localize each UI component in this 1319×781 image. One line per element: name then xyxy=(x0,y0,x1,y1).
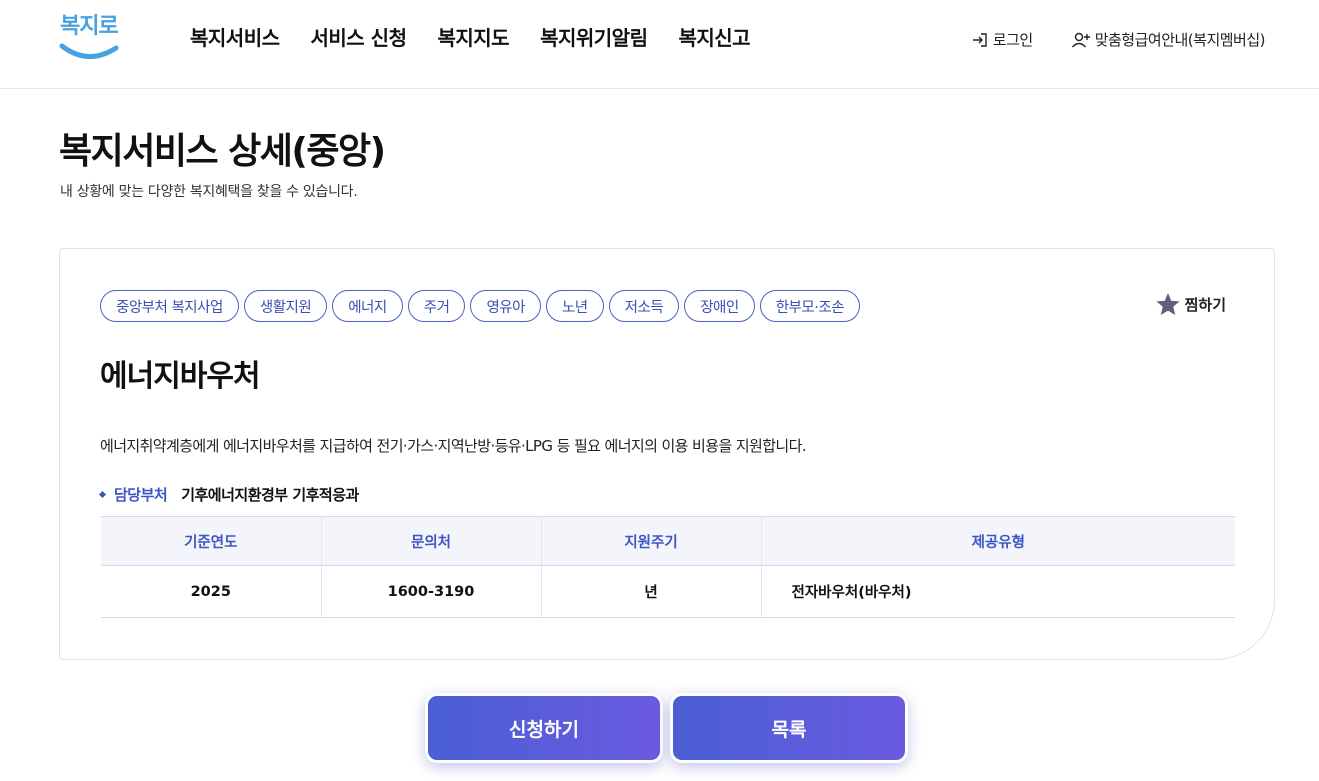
login-label: 로그인 xyxy=(992,31,1033,49)
cell-provision-type: 전자바우처(바우처) xyxy=(761,565,1235,618)
apply-button[interactable]: 신청하기 xyxy=(425,693,663,763)
tag-infants[interactable]: 영유아 xyxy=(470,290,541,322)
bookmark-label: 찜하기 xyxy=(1184,295,1226,314)
header-contact: 문의처 xyxy=(321,516,542,566)
tag-living-support[interactable]: 생활지원 xyxy=(243,290,328,322)
tag-disabled[interactable]: 장애인 xyxy=(684,290,755,322)
site-logo[interactable]: 복지로 xyxy=(58,6,122,62)
login-icon xyxy=(972,32,987,47)
header-base-year: 기준연도 xyxy=(101,516,322,566)
service-detail-card: 중앙부처 복지사업 생활지원 에너지 주거 영유아 노년 저소득 장애인 한부모… xyxy=(59,248,1275,660)
department-value: 기후에너지환경부 기후적응과 xyxy=(181,486,359,504)
list-button[interactable]: 목록 xyxy=(670,693,908,763)
tag-elderly[interactable]: 노년 xyxy=(545,290,604,322)
diamond-bullet-icon xyxy=(98,490,107,499)
logo-smile-icon xyxy=(59,43,119,59)
tag-single-parent[interactable]: 한부모·조손 xyxy=(759,290,861,322)
cell-support-cycle: 년 xyxy=(541,565,762,618)
main-nav: 복지서비스 서비스 신청 복지지도 복지위기알림 복지신고 xyxy=(190,22,781,51)
tag-central-ministry[interactable]: 중앙부처 복지사업 xyxy=(100,290,239,322)
bookmark-button[interactable]: 찜하기 xyxy=(1155,292,1226,316)
page-title: 복지서비스 상세(중앙) xyxy=(59,131,386,172)
table-header-row: 기준연도 문의처 지원주기 제공유형 xyxy=(101,516,1235,566)
login-link[interactable]: 로그인 xyxy=(971,29,1033,50)
service-title: 에너지바우처 xyxy=(100,359,261,394)
membership-link[interactable]: 맞춤형급여안내(복지멤버십) xyxy=(1071,29,1266,50)
tag-energy[interactable]: 에너지 xyxy=(332,290,403,322)
action-buttons: 신청하기 목록 xyxy=(425,693,915,763)
utility-links: 로그인 맞춤형급여안내(복지멤버십) xyxy=(933,29,1266,50)
department-label: 담당부처 xyxy=(114,486,168,504)
cell-base-year: 2025 xyxy=(101,565,322,618)
page-description: 내 상황에 맞는 다양한 복지혜택을 찾을 수 있습니다. xyxy=(60,184,358,200)
nav-welfare-report[interactable]: 복지신고 xyxy=(678,22,750,51)
star-icon xyxy=(1155,293,1180,315)
service-description: 에너지취약계층에게 에너지바우처를 지급하여 전기·가스·지역난방·등유·LPG… xyxy=(100,437,807,455)
user-add-icon xyxy=(1071,32,1090,47)
service-tags: 중앙부처 복지사업 생활지원 에너지 주거 영유아 노년 저소득 장애인 한부모… xyxy=(100,290,865,322)
membership-label: 맞춤형급여안내(복지멤버십) xyxy=(1094,31,1266,49)
header-provision-type: 제공유형 xyxy=(761,516,1235,566)
nav-welfare-service[interactable]: 복지서비스 xyxy=(190,22,280,51)
cell-contact: 1600-3190 xyxy=(321,565,542,618)
nav-welfare-map[interactable]: 복지지도 xyxy=(437,22,509,51)
nav-service-apply[interactable]: 서비스 신청 xyxy=(311,22,407,51)
table-row: 2025 1600-3190 년 전자바우처(바우처) xyxy=(101,565,1235,618)
department-info: 담당부처 기후에너지환경부 기후적응과 xyxy=(98,484,359,505)
site-header: 복지로 복지서비스 서비스 신청 복지지도 복지위기알림 복지신고 로그인 맞춤… xyxy=(0,0,1319,89)
header-support-cycle: 지원주기 xyxy=(541,516,762,566)
service-info-table: 기준연도 문의처 지원주기 제공유형 2025 1600-3190 년 전자바우… xyxy=(101,516,1235,618)
nav-crisis-alert[interactable]: 복지위기알림 xyxy=(540,22,648,51)
tag-low-income[interactable]: 저소득 xyxy=(608,290,680,322)
tag-housing[interactable]: 주거 xyxy=(407,290,466,322)
